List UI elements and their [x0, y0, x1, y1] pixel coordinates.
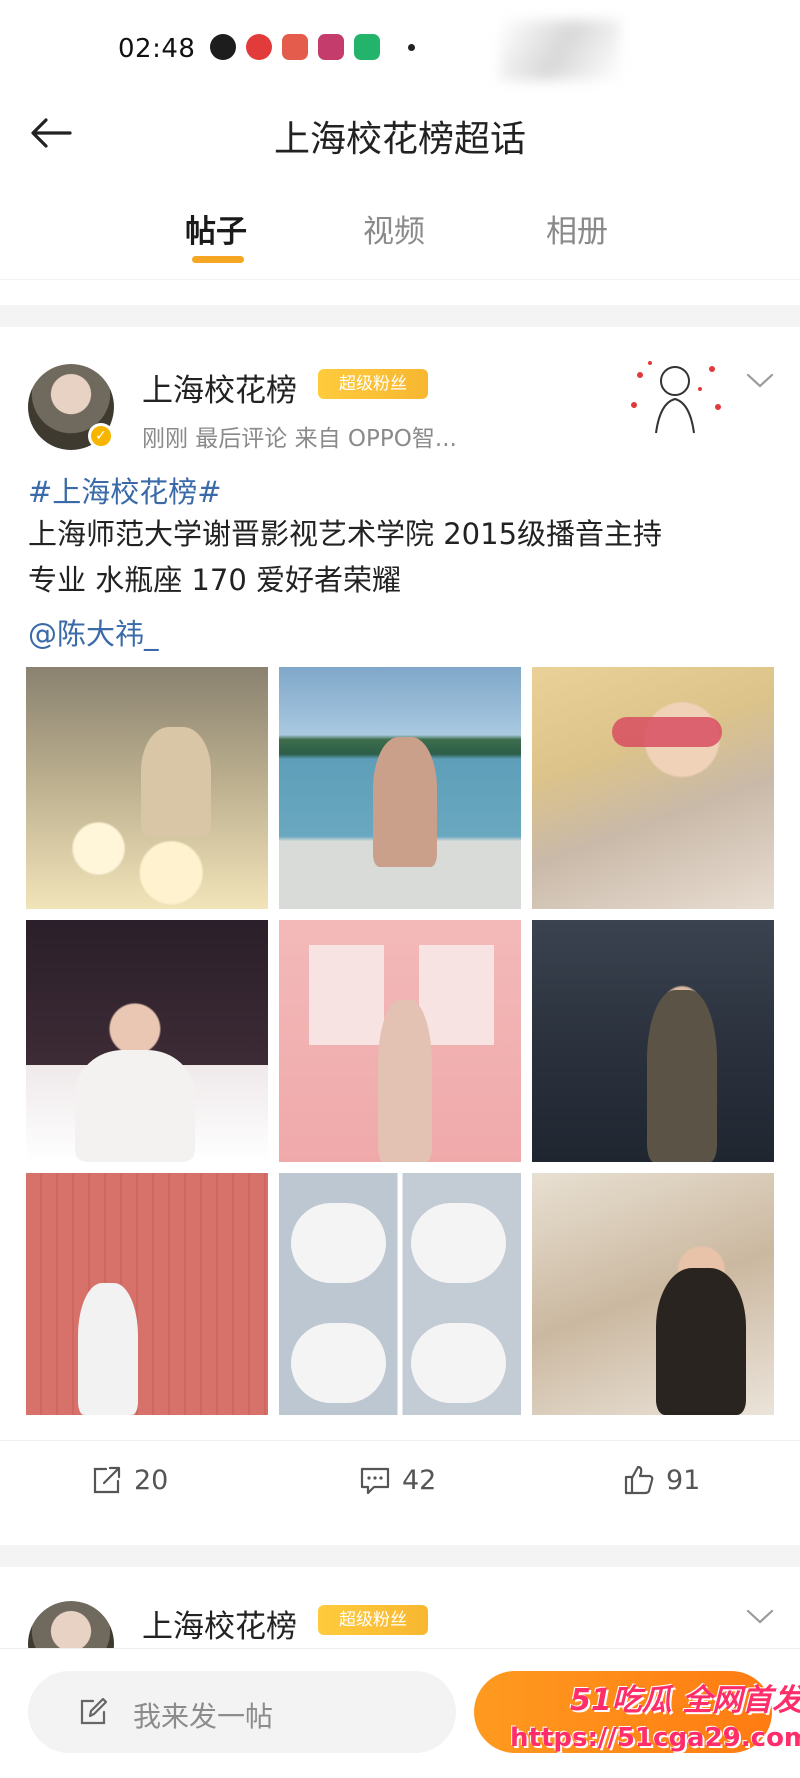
- compose-placeholder: 我来发一帖: [133, 1700, 274, 1733]
- comment-count: 42: [402, 1464, 437, 1496]
- photo-subject: [377, 1000, 432, 1162]
- chevron-down-icon[interactable]: [742, 365, 778, 395]
- photo-thumbnail[interactable]: [279, 920, 521, 1162]
- share-count: 20: [134, 1464, 169, 1496]
- edit-icon: [80, 1697, 108, 1725]
- post-action-bar: 20 42 91: [0, 1440, 800, 1530]
- photo-thumbnail[interactable]: [532, 667, 774, 909]
- collage-cell: [411, 1203, 506, 1283]
- like-button[interactable]: 91: [622, 1463, 700, 1497]
- photo-subject: [647, 990, 718, 1162]
- comment-icon: [360, 1467, 390, 1495]
- post-body-line: 上海师范大学谢晋影视艺术学院 2015级播音主持: [28, 517, 663, 551]
- wechat-icon: [210, 34, 236, 60]
- post-body: 上海师范大学谢晋影视艺术学院 2015级播音主持 专业 水瓶座 170 爱好者荣…: [28, 511, 778, 603]
- share-icon: [93, 1466, 121, 1494]
- photo-thumbnail[interactable]: [532, 1173, 774, 1415]
- watermark-text: 51吃瓜 全网首发: [570, 1683, 800, 1718]
- tab-videos[interactable]: 视频: [363, 206, 425, 251]
- tab-bar: 帖子 视频 相册: [0, 190, 800, 280]
- collage-cell: [411, 1323, 506, 1403]
- photo-thumbnail[interactable]: [279, 1173, 521, 1415]
- shop-app-icon: [282, 34, 308, 60]
- message-app-icon: [354, 34, 380, 60]
- collage-cell: [291, 1323, 386, 1403]
- collage-cell: [291, 1203, 386, 1283]
- level-badge: 超级粉丝: [318, 1605, 428, 1635]
- verified-badge-icon: ✓: [88, 423, 114, 449]
- post-meta: 刚刚 最后评论 来自 OPPO智...: [142, 426, 457, 452]
- photo-subject: [372, 737, 437, 867]
- wall-art-frame: [309, 945, 384, 1045]
- section-divider: [0, 1545, 800, 1567]
- wall-art-frame: [419, 945, 494, 1045]
- status-blur: [500, 20, 620, 80]
- decorative-figure-icon: [631, 361, 721, 434]
- tab-posts[interactable]: 帖子: [185, 206, 247, 251]
- album-app-icon: [318, 34, 344, 60]
- mention-link[interactable]: @陈大祎_: [28, 611, 159, 653]
- header: 上海校花榜超话: [0, 90, 800, 180]
- status-time: 02:48: [118, 34, 196, 64]
- photo-thumbnail[interactable]: [26, 1173, 268, 1415]
- thumbs-up-icon: [624, 1465, 654, 1495]
- share-button[interactable]: 20: [90, 1463, 168, 1497]
- photo-thumbnail[interactable]: [279, 667, 521, 909]
- photo-thumbnail[interactable]: [26, 920, 268, 1162]
- photo-thumbnail[interactable]: [26, 667, 268, 909]
- sunglasses-shape: [612, 717, 722, 747]
- watermark: 51吃瓜 全网首发 https://51cga29.com: [500, 1675, 800, 1775]
- status-bar: 02:48: [0, 0, 800, 100]
- photo-subject: [74, 1050, 195, 1162]
- topic-link[interactable]: #上海校花榜#: [28, 469, 222, 511]
- photo-subject: [78, 1283, 139, 1415]
- author-name[interactable]: 上海校花榜: [142, 365, 297, 410]
- more-notifications-dot: [408, 43, 415, 51]
- photo-subject: [141, 727, 212, 837]
- photo-subject: [656, 1268, 747, 1415]
- like-count: 91: [666, 1464, 701, 1496]
- watermark-url: https://51cga29.com: [510, 1723, 800, 1753]
- post-body-line: 专业 水瓶座 170 爱好者荣耀: [28, 563, 402, 597]
- compose-input[interactable]: 我来发一帖: [28, 1671, 456, 1753]
- active-tab-indicator: [192, 256, 244, 263]
- tab-albums[interactable]: 相册: [546, 206, 608, 251]
- status-notification-icons: [210, 34, 415, 60]
- author-name[interactable]: 上海校花榜: [142, 1601, 297, 1646]
- location-app-icon: [246, 34, 272, 60]
- page-title: 上海校花榜超话: [273, 119, 526, 160]
- section-divider: [0, 305, 800, 327]
- photo-grid: [26, 667, 774, 1415]
- chevron-down-icon[interactable]: [742, 1601, 778, 1631]
- photo-thumbnail[interactable]: [532, 920, 774, 1162]
- comment-button[interactable]: 42: [358, 1463, 436, 1497]
- level-badge: 超级粉丝: [318, 369, 428, 399]
